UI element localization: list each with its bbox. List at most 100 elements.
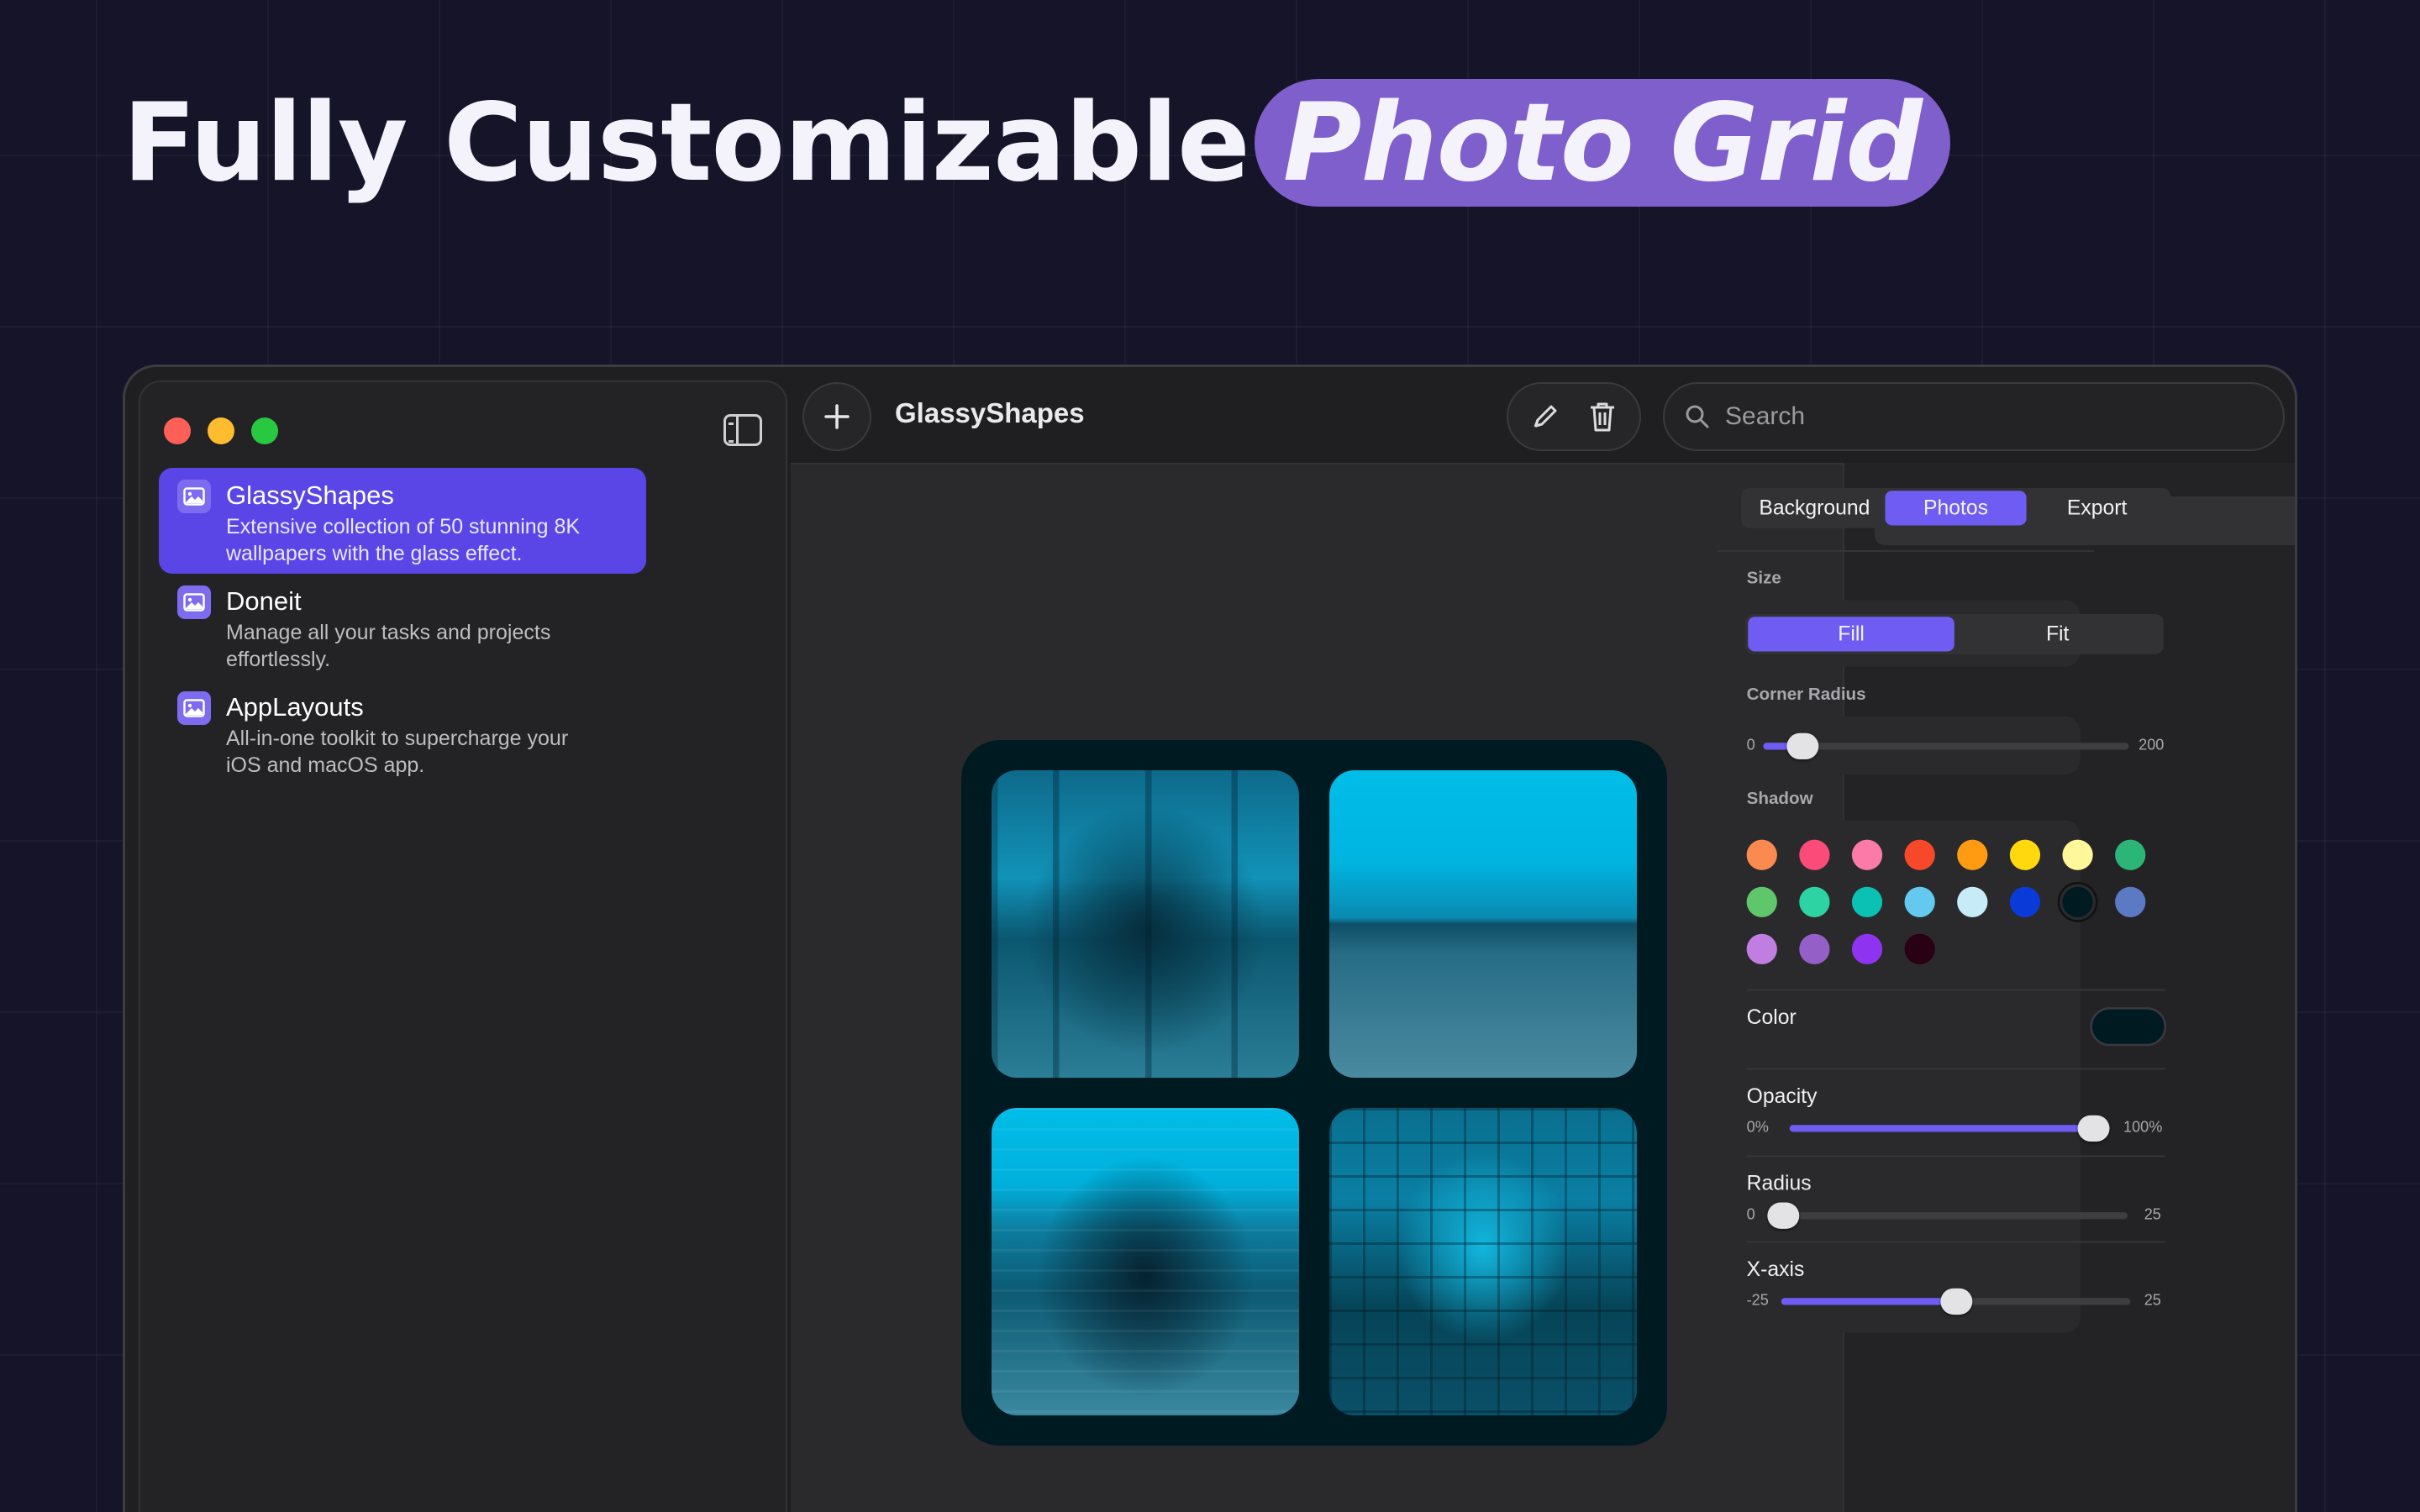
shadow-color-swatch[interactable] bbox=[2062, 886, 2093, 917]
sidebar-toggle-icon[interactable] bbox=[723, 414, 762, 446]
document-title: GlassyShapes bbox=[895, 397, 1085, 428]
sidebar-item-doneit[interactable]: Doneit Manage all your tasks and project… bbox=[159, 574, 646, 680]
divider bbox=[1746, 1068, 2165, 1070]
headline-highlight: Photo Grid bbox=[1282, 80, 1923, 206]
color-label: Color bbox=[1746, 1005, 1797, 1029]
corner-radius-slider[interactable] bbox=[1763, 732, 2129, 760]
trash-icon[interactable] bbox=[1586, 400, 1618, 433]
plus-icon bbox=[824, 404, 850, 429]
shadow-color-swatch[interactable] bbox=[1851, 886, 1883, 917]
tab-export[interactable]: Export bbox=[2027, 491, 2168, 525]
project-desc-line1: All-in-one toolkit to supercharge your bbox=[226, 727, 569, 750]
divider bbox=[1746, 989, 2165, 991]
shadow-color-swatch[interactable] bbox=[2009, 886, 2041, 917]
x-axis-min: -25 bbox=[1746, 1291, 1769, 1309]
inspector-tab-bar: Background Photos Export bbox=[1741, 487, 2171, 528]
pencil-icon[interactable] bbox=[1529, 401, 1561, 433]
shadow-color-swatch[interactable] bbox=[2062, 839, 2093, 870]
x-axis-max: 25 bbox=[2144, 1291, 2161, 1309]
minimize-window-button[interactable] bbox=[208, 417, 234, 444]
headline: Fully Customizable Photo Grid bbox=[123, 67, 1950, 218]
search-field[interactable]: Search bbox=[1663, 382, 2285, 451]
photo-tile[interactable] bbox=[992, 770, 1299, 1078]
opacity-slider[interactable] bbox=[1789, 1115, 2110, 1142]
corner-radius-knob[interactable] bbox=[1786, 732, 1819, 760]
shadow-label: Shadow bbox=[1746, 788, 1813, 808]
photo-icon bbox=[177, 585, 211, 619]
project-title: GlassyShapes bbox=[226, 480, 394, 510]
size-label: Size bbox=[1746, 568, 1781, 588]
sidebar-item-glassyshapes[interactable]: GlassyShapes Extensive collection of 50 … bbox=[159, 468, 646, 574]
x-axis-label: X-axis bbox=[1746, 1257, 1805, 1281]
canvas-area bbox=[791, 463, 1843, 1512]
shadow-color-swatch[interactable] bbox=[2115, 886, 2146, 917]
shadow-color-swatch[interactable] bbox=[1904, 886, 1935, 917]
size-card: Fill Fit bbox=[1731, 600, 2164, 667]
headline-highlight-pill: Photo Grid bbox=[1254, 79, 1950, 207]
shadow-card: Color Opacity 0% 100% Radius 0 25 X-axis… bbox=[1731, 820, 2167, 1333]
shadow-color-swatch[interactable] bbox=[2009, 839, 2041, 870]
opacity-max: 100% bbox=[2123, 1117, 2163, 1136]
sidebar: GlassyShapes Extensive collection of 50 … bbox=[139, 381, 787, 1512]
opacity-fill bbox=[1789, 1125, 2103, 1132]
close-window-button[interactable] bbox=[164, 417, 191, 444]
photo-tile[interactable] bbox=[1329, 770, 1637, 1078]
project-desc-line2: effortlessly. bbox=[226, 648, 331, 671]
opacity-min: 0% bbox=[1746, 1117, 1769, 1136]
search-placeholder: Search bbox=[1725, 402, 1806, 430]
shadow-color-swatch[interactable] bbox=[1746, 839, 1777, 870]
shadow-color-swatch[interactable] bbox=[1799, 839, 1830, 870]
add-button[interactable] bbox=[802, 382, 871, 451]
corner-radius-label: Corner Radius bbox=[1746, 685, 1866, 705]
photo-icon bbox=[177, 691, 211, 725]
shadow-color-swatch[interactable] bbox=[1799, 886, 1830, 917]
color-well[interactable] bbox=[2090, 1007, 2167, 1047]
sidebar-item-applayouts[interactable]: AppLayouts All-in-one toolkit to superch… bbox=[159, 680, 646, 785]
shadow-color-swatch[interactable] bbox=[1904, 933, 1935, 965]
zoom-window-button[interactable] bbox=[251, 417, 278, 444]
opacity-label: Opacity bbox=[1746, 1084, 1818, 1108]
corner-radius-max: 200 bbox=[2139, 736, 2165, 753]
photo-icon bbox=[177, 480, 211, 513]
x-axis-fill bbox=[1781, 1298, 1958, 1305]
size-fill-option[interactable]: Fill bbox=[1748, 617, 1954, 652]
tab-divider bbox=[1718, 550, 2095, 552]
headline-main: Fully Customizable bbox=[123, 80, 1250, 206]
project-desc-line2: iOS and macOS app. bbox=[226, 753, 425, 777]
radius-slider[interactable] bbox=[1767, 1202, 2128, 1229]
x-axis-knob[interactable] bbox=[1940, 1288, 1973, 1315]
project-title: Doneit bbox=[226, 586, 302, 616]
shadow-color-swatch[interactable] bbox=[1957, 886, 1988, 917]
x-axis-slider[interactable] bbox=[1781, 1288, 2131, 1315]
corner-radius-min: 0 bbox=[1746, 736, 1755, 753]
radius-max: 25 bbox=[2144, 1205, 2161, 1223]
tab-photos[interactable]: Photos bbox=[1885, 491, 2027, 526]
radius-min: 0 bbox=[1746, 1205, 1755, 1223]
edit-actions-group bbox=[1507, 382, 1641, 451]
photo-grid[interactable] bbox=[961, 740, 1667, 1446]
corner-radius-card: 0 200 bbox=[1731, 716, 2164, 775]
shadow-color-swatch[interactable] bbox=[1799, 933, 1830, 965]
divider bbox=[1746, 1241, 2165, 1243]
shadow-color-swatch[interactable] bbox=[1851, 839, 1883, 870]
size-fit-option[interactable]: Fit bbox=[1954, 617, 2161, 651]
shadow-color-swatch[interactable] bbox=[2115, 839, 2146, 870]
divider bbox=[1746, 1155, 2165, 1158]
photo-tile[interactable] bbox=[1329, 1108, 1637, 1415]
tab-background[interactable]: Background bbox=[1744, 491, 1885, 525]
shadow-color-swatch[interactable] bbox=[1851, 933, 1883, 965]
project-desc-line1: Manage all your tasks and projects bbox=[226, 621, 551, 644]
search-icon bbox=[1686, 405, 1709, 428]
shadow-color-swatch[interactable] bbox=[1746, 886, 1777, 917]
radius-label: Radius bbox=[1746, 1172, 1812, 1195]
radius-knob[interactable] bbox=[1767, 1202, 1800, 1229]
opacity-knob[interactable] bbox=[2077, 1115, 2110, 1142]
photo-tile[interactable] bbox=[992, 1108, 1299, 1415]
size-segmented: Fill Fit bbox=[1744, 613, 2164, 654]
project-title: AppLayouts bbox=[226, 692, 364, 722]
shadow-color-swatch[interactable] bbox=[1957, 839, 1988, 870]
window-controls bbox=[164, 417, 278, 444]
shadow-color-swatch[interactable] bbox=[1746, 933, 1777, 965]
shadow-color-swatch[interactable] bbox=[1904, 839, 1935, 870]
project-desc-line1: Extensive collection of 50 stunning 8K bbox=[226, 515, 581, 538]
